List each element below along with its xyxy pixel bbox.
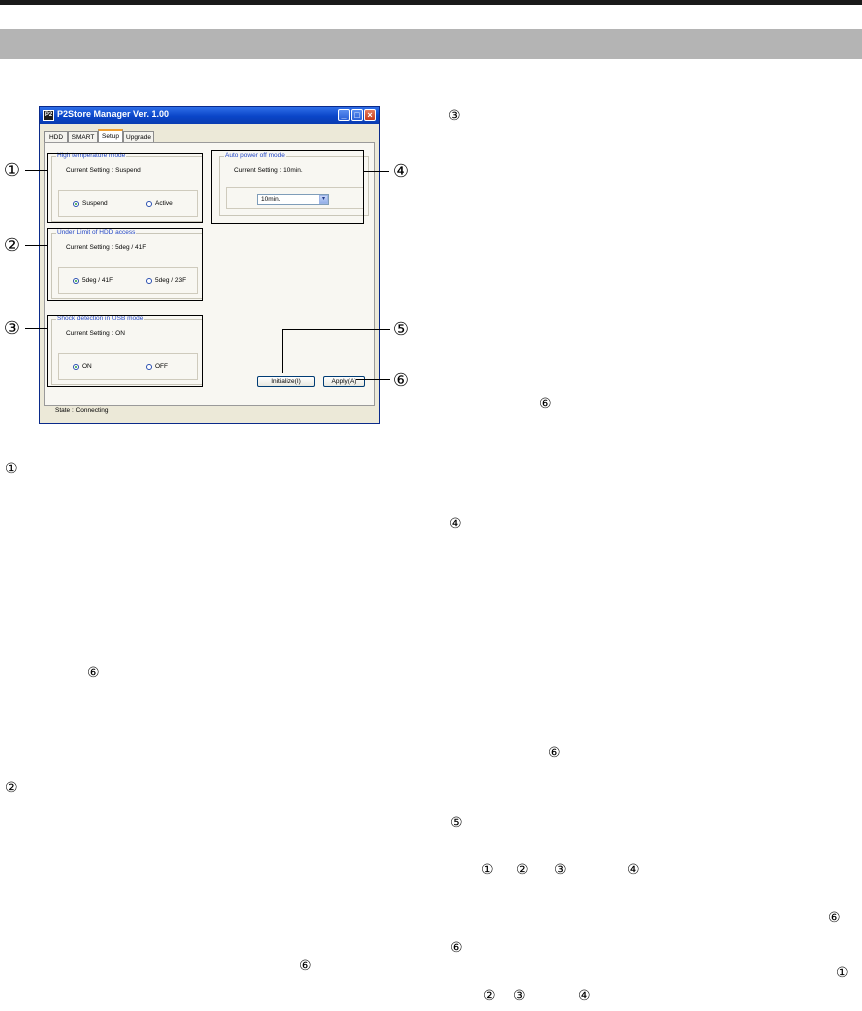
callout-frame-4	[211, 150, 364, 224]
close-button[interactable]: ×	[364, 109, 376, 121]
title-bar[interactable]: P2 P2Store Manager Ver. 1.00 _ □ ×	[40, 107, 379, 124]
leader-line	[364, 171, 389, 172]
text-mark: ①	[481, 861, 494, 877]
callout-2: ②	[3, 235, 21, 255]
callout-3: ③	[3, 318, 21, 338]
text-mark: ⑥	[539, 395, 552, 411]
text-mark: ④	[627, 861, 640, 877]
callout-4: ④	[392, 161, 410, 181]
leader-line	[25, 328, 47, 329]
text-mark: ④	[449, 515, 462, 531]
text-mark: ④	[578, 987, 591, 1003]
callout-1: ①	[3, 160, 21, 180]
window-title: P2Store Manager Ver. 1.00	[57, 109, 170, 119]
text-mark: ②	[5, 779, 18, 795]
maximize-button[interactable]: □	[351, 109, 363, 121]
text-mark: ③	[513, 987, 526, 1003]
apply-button[interactable]: Apply(A)	[323, 376, 365, 387]
status-text: State : Connecting	[55, 407, 109, 414]
text-mark: ⑥	[450, 939, 463, 955]
tab-smart[interactable]: SMART	[68, 131, 98, 142]
tab-hdd[interactable]: HDD	[44, 131, 68, 142]
minimize-button[interactable]: _	[338, 109, 350, 121]
callout-frame-2	[47, 228, 203, 301]
text-mark: ⑥	[548, 744, 561, 760]
callout-frame-3	[47, 315, 203, 387]
tab-upgrade[interactable]: Upgrade	[123, 131, 154, 142]
callout-frame-1	[47, 153, 203, 223]
leader-line	[282, 329, 390, 330]
text-mark: ①	[836, 964, 849, 980]
tab-setup[interactable]: Setup	[98, 129, 123, 142]
text-mark: ②	[483, 987, 496, 1003]
text-mark: ③	[554, 861, 567, 877]
text-mark: ②	[516, 861, 529, 877]
section-header-band	[0, 29, 862, 59]
text-mark: ①	[5, 460, 18, 476]
top-rule	[0, 0, 862, 5]
callout-6: ⑥	[392, 370, 410, 390]
callout-5: ⑤	[392, 319, 410, 339]
text-mark: ⑤	[450, 814, 463, 830]
leader-line	[25, 245, 47, 246]
text-mark: ⑥	[828, 909, 841, 925]
app-icon: P2	[43, 110, 54, 121]
leader-line	[356, 379, 390, 380]
initialize-button[interactable]: Initialize(I)	[257, 376, 315, 387]
text-mark: ⑥	[87, 664, 100, 680]
text-mark: ③	[448, 107, 461, 123]
text-mark: ⑥	[299, 957, 312, 973]
leader-line	[25, 170, 47, 171]
leader-line	[282, 329, 283, 373]
